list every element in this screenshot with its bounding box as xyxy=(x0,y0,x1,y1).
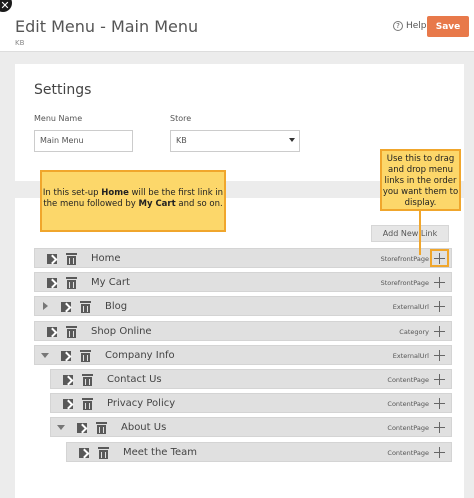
menu-name-input[interactable]: Main Menu xyxy=(34,130,133,152)
drag-handle-icon[interactable] xyxy=(433,349,446,362)
page-subtitle: KB xyxy=(15,39,25,47)
close-icon[interactable]: ✕ xyxy=(0,0,12,12)
menu-link-row[interactable]: My Cart StorefrontPage xyxy=(34,272,452,293)
menu-link-name: Shop Online xyxy=(91,325,152,337)
question-circle-icon: ? xyxy=(393,21,403,31)
page-title: Edit Menu - Main Menu xyxy=(15,17,199,36)
menu-link-name: My Cart xyxy=(91,277,130,289)
help-label: Help xyxy=(406,21,427,31)
drag-handle-icon[interactable] xyxy=(433,325,446,338)
callout-home: Home xyxy=(101,188,129,198)
drag-handle-icon[interactable] xyxy=(433,421,446,434)
menu-link-row[interactable]: Privacy Policy ContentPage xyxy=(50,393,452,414)
trash-icon[interactable] xyxy=(82,374,93,386)
menu-link-name: Home xyxy=(91,253,121,264)
menu-link-type: ContentPage xyxy=(387,376,429,384)
caret-down-icon[interactable] xyxy=(41,351,49,358)
edit-icon[interactable] xyxy=(47,254,57,264)
menu-link-row[interactable]: Meet the Team ContentPage xyxy=(66,441,452,462)
menu-link-row[interactable]: Contact Us ContentPage xyxy=(50,369,452,389)
callout-pointer-line xyxy=(419,211,421,255)
menu-link-name: Blog xyxy=(105,301,128,313)
settings-title: Settings xyxy=(34,82,92,98)
menu-link-name: Contact Us xyxy=(107,374,162,385)
menu-link-type: Category xyxy=(399,327,429,336)
menu-link-name: About Us xyxy=(121,422,167,434)
drag-handle-icon[interactable] xyxy=(433,373,446,386)
drag-handle-icon[interactable] xyxy=(433,300,446,313)
menu-link-row[interactable]: Home StorefrontPage xyxy=(34,248,452,268)
trash-icon[interactable] xyxy=(80,301,91,314)
callout-text-3: and so on. xyxy=(175,199,223,209)
order-callout: In this set-up Home will be the first li… xyxy=(40,170,226,232)
drag-handle-icon[interactable] xyxy=(433,446,446,459)
edit-icon[interactable] xyxy=(77,423,87,434)
drag-handle-icon[interactable] xyxy=(433,397,446,410)
trash-icon[interactable] xyxy=(98,446,109,459)
menu-link-row[interactable]: About Us ContentPage xyxy=(50,417,452,438)
trash-icon[interactable] xyxy=(82,398,93,411)
menu-link-row[interactable]: Company Info ExternalUrl xyxy=(34,344,452,365)
menu-link-name: Meet the Team xyxy=(123,446,198,458)
caret-down-icon[interactable] xyxy=(57,423,65,431)
edit-icon[interactable] xyxy=(63,399,73,410)
edit-icon[interactable] xyxy=(61,350,71,361)
trash-icon[interactable] xyxy=(66,277,77,290)
help-link[interactable]: ? Help xyxy=(393,21,427,31)
menu-link-name: Privacy Policy xyxy=(107,398,176,410)
edit-icon[interactable] xyxy=(63,375,73,385)
callout-text-1: In this set-up xyxy=(42,188,102,198)
save-button[interactable]: Save xyxy=(427,16,469,37)
menu-link-type: ContentPage xyxy=(387,424,429,433)
menu-link-name: Company Info xyxy=(105,349,175,361)
menu-link-type: StorefrontPage xyxy=(380,279,429,288)
menu-links-card: Add New Link Home StorefrontPage My Cart St… xyxy=(15,198,464,498)
page-header: ✕ Edit Menu - Main Menu KB ? Help Save xyxy=(0,0,474,52)
trash-icon[interactable] xyxy=(66,253,77,265)
edit-icon[interactable] xyxy=(61,302,71,313)
edit-icon[interactable] xyxy=(47,326,57,337)
store-label: Store xyxy=(170,114,192,123)
drag-callout: Use this to drag and drop menu links in … xyxy=(380,149,461,211)
menu-link-type: ExternalUrl xyxy=(392,351,429,360)
drag-handle-highlight xyxy=(430,249,449,267)
menu-link-row[interactable]: Shop Online Category xyxy=(34,320,452,341)
chevron-down-icon xyxy=(289,138,295,142)
trash-icon[interactable] xyxy=(96,422,107,435)
menu-link-type: ExternalUrl xyxy=(392,303,429,312)
trash-icon[interactable] xyxy=(66,325,77,338)
menu-link-type: ContentPage xyxy=(387,448,429,457)
callout-cart: My Cart xyxy=(138,199,176,209)
store-select[interactable]: KB xyxy=(170,130,300,152)
menu-name-label: Menu Name xyxy=(34,114,83,123)
menu-link-type: ContentPage xyxy=(387,400,429,409)
add-new-link-button[interactable]: Add New Link xyxy=(371,225,449,242)
caret-right-icon[interactable] xyxy=(41,302,48,311)
edit-icon[interactable] xyxy=(47,278,57,289)
trash-icon[interactable] xyxy=(80,349,91,362)
edit-icon[interactable] xyxy=(79,447,89,458)
menu-link-row[interactable]: Blog ExternalUrl xyxy=(34,296,452,317)
menu-link-type: StorefrontPage xyxy=(380,255,429,263)
store-select-value: KB xyxy=(176,136,187,145)
drag-handle-icon[interactable] xyxy=(433,276,446,289)
